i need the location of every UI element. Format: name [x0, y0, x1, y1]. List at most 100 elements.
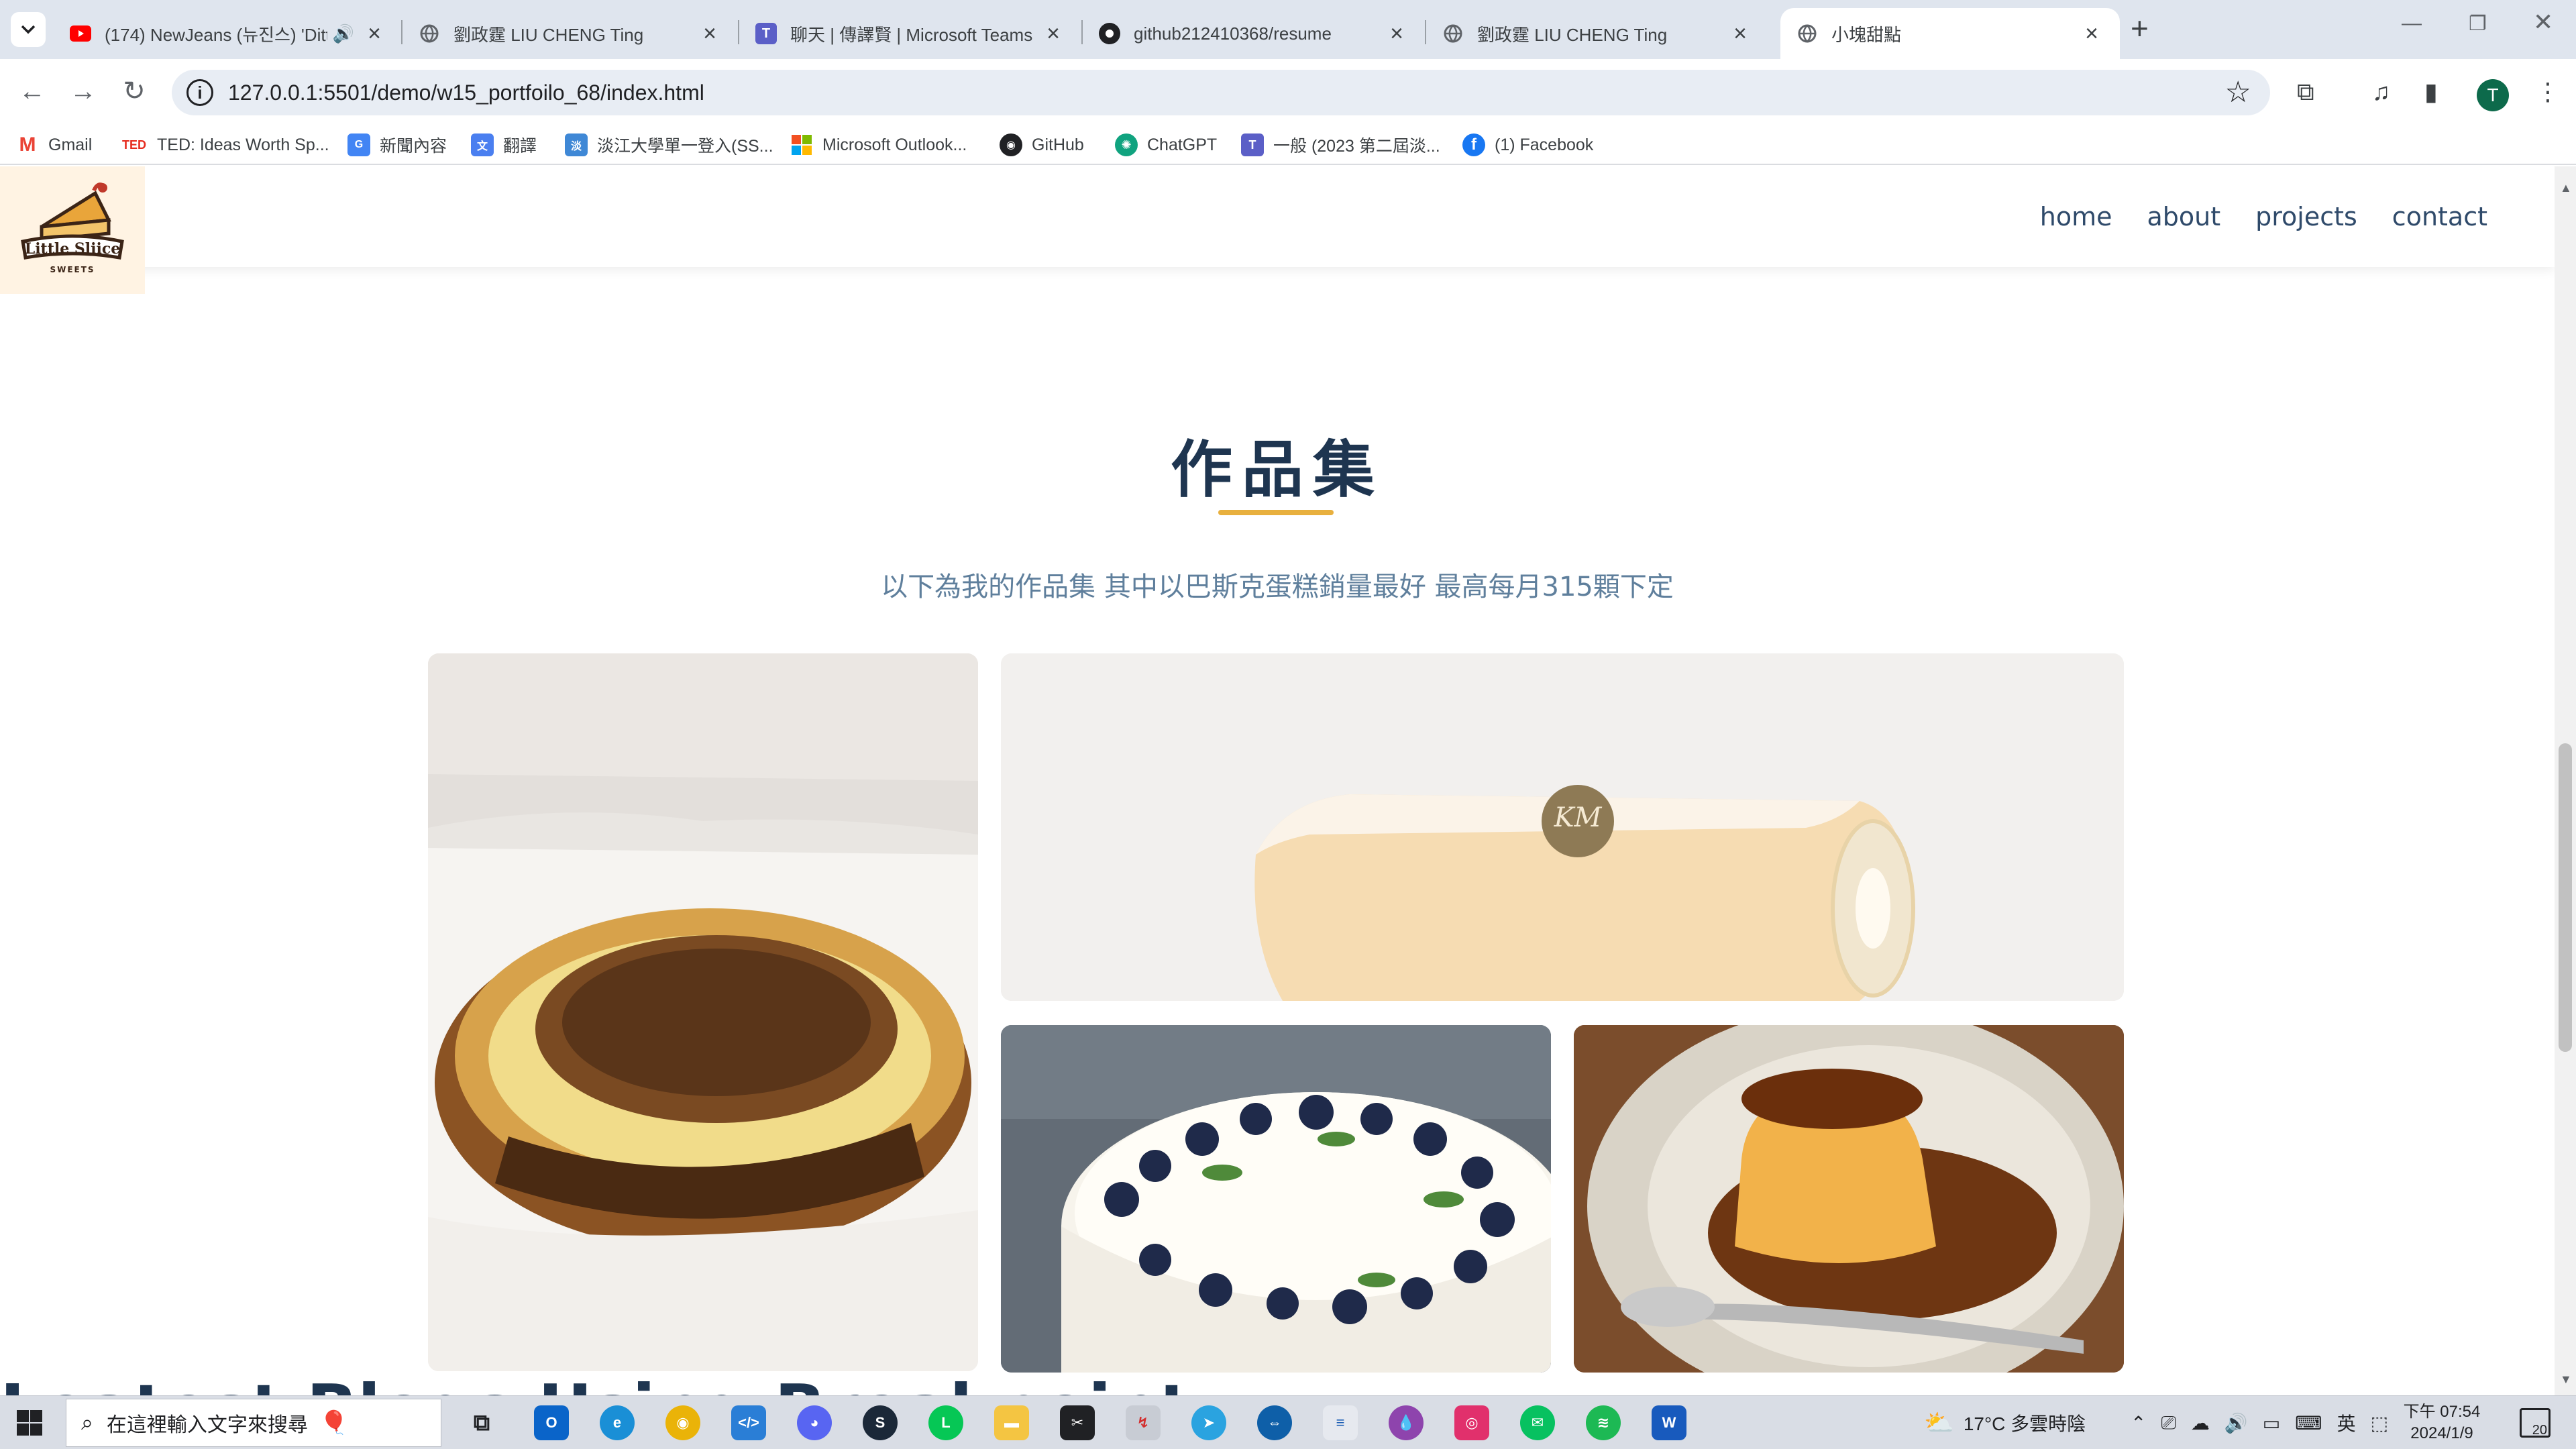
- speaker-icon[interactable]: 🔊: [333, 23, 354, 44]
- new-tab-button[interactable]: +: [2131, 13, 2149, 44]
- forward-arrow-icon[interactable]: →: [66, 74, 101, 109]
- basque-cheesecake-photo[interactable]: [428, 653, 978, 1371]
- media-control-icon[interactable]: ♫: [2372, 78, 2390, 106]
- tray-meet-icon[interactable]: ⎚: [2161, 1412, 2176, 1434]
- scroll-down-arrow-icon[interactable]: ▼: [2560, 1373, 2572, 1387]
- vscode-icon[interactable]: </>: [731, 1405, 766, 1440]
- svg-text:Little Sliice: Little Sliice: [25, 240, 121, 258]
- windows-start-icon[interactable]: [16, 1409, 43, 1436]
- tab-search-button[interactable]: [11, 12, 46, 47]
- bookmark-teams-general[interactable]: T 一般 (2023 第二屆淡...: [1241, 131, 1440, 158]
- side-panel-icon[interactable]: ▮: [2424, 78, 2438, 106]
- discord-icon[interactable]: ◕: [797, 1405, 832, 1440]
- facebook-icon: f: [1462, 133, 1485, 156]
- nav-projects-link[interactable]: projects: [2255, 202, 2357, 231]
- notification-count: 20: [2532, 1423, 2547, 1438]
- browser-toolbar: ← → ↻ i 127.0.0.1:5501/demo/w15_portfoil…: [0, 59, 2576, 123]
- tray-input-icon[interactable]: ⬚: [2371, 1412, 2388, 1434]
- close-icon[interactable]: ×: [1385, 21, 1409, 47]
- bookmark-github[interactable]: ◉ GitHub: [1000, 131, 1084, 158]
- site-header: home about projects contact: [0, 166, 2555, 267]
- bookmark-chatgpt[interactable]: ✺ ChatGPT: [1115, 131, 1217, 158]
- bookmark-outlook[interactable]: Microsoft Outlook...: [790, 131, 967, 158]
- tray-volume-icon[interactable]: 🔊: [2224, 1412, 2248, 1434]
- reload-icon[interactable]: ↻: [117, 74, 152, 109]
- line-icon[interactable]: L: [928, 1405, 963, 1440]
- section-title: 作品集: [1170, 434, 1384, 506]
- bookmark-label: GitHub: [1032, 135, 1084, 154]
- tray-network-icon[interactable]: ☁: [2191, 1412, 2210, 1434]
- profile-avatar[interactable]: T: [2477, 79, 2509, 111]
- notepad-icon[interactable]: ≡: [1323, 1405, 1358, 1440]
- tab-little-sweets-active[interactable]: 小塊甜點 ×: [1780, 8, 2120, 59]
- bookmark-star-icon[interactable]: ☆: [2225, 75, 2251, 109]
- tab-liu-cheng-ting-2[interactable]: 劉政霆 LIU CHENG Ting ×: [1426, 8, 1768, 59]
- blueberry-cake-photo[interactable]: [1001, 1025, 1551, 1373]
- url-text[interactable]: 127.0.0.1:5501/demo/w15_portfoilo_68/ind…: [228, 70, 704, 115]
- address-bar[interactable]: i 127.0.0.1:5501/demo/w15_portfoilo_68/i…: [172, 70, 2270, 115]
- paint-drop-icon[interactable]: 💧: [1389, 1405, 1424, 1440]
- word-icon[interactable]: W: [1652, 1405, 1686, 1440]
- spotify-icon[interactable]: ≋: [1586, 1405, 1621, 1440]
- close-icon[interactable]: ×: [1041, 21, 1065, 47]
- minimize-icon[interactable]: —: [2402, 12, 2422, 35]
- chrome-icon[interactable]: ◉: [665, 1405, 700, 1440]
- wechat-icon[interactable]: ✉: [1520, 1405, 1555, 1440]
- tab-github-resume[interactable]: github212410368/resume ×: [1083, 8, 1425, 59]
- swiss-roll-photo[interactable]: KM: [1001, 653, 2124, 1001]
- close-icon[interactable]: ×: [1728, 21, 1752, 47]
- tab-liu-cheng-ting[interactable]: 劉政霆 LIU CHENG Ting ×: [402, 8, 738, 59]
- scrollbar-thumb[interactable]: [2559, 743, 2572, 1052]
- instagram-icon[interactable]: ◎: [1454, 1405, 1489, 1440]
- nav-about-link[interactable]: about: [2147, 202, 2220, 231]
- back-arrow-icon[interactable]: ←: [15, 74, 50, 109]
- tray-chevron-up-icon[interactable]: ⌃: [2131, 1412, 2146, 1434]
- bookmark-news[interactable]: G 新聞內容: [347, 131, 447, 158]
- bookmark-ted[interactable]: TED TED: Ideas Worth Sp...: [121, 131, 329, 158]
- close-icon[interactable]: ×: [2080, 21, 2104, 47]
- restore-icon[interactable]: ❐: [2469, 12, 2487, 36]
- taskbar-clock[interactable]: 下午 07:54 2024/1/9: [2402, 1401, 2482, 1444]
- ted-icon: TED: [122, 138, 146, 152]
- page-scrollbar[interactable]: ▲ ▼: [2555, 166, 2576, 1395]
- edge-icon[interactable]: e: [600, 1405, 635, 1440]
- svg-text:SWEETS: SWEETS: [50, 265, 95, 274]
- close-window-icon[interactable]: ✕: [2533, 8, 2553, 36]
- notification-center-icon[interactable]: 20: [2520, 1408, 2551, 1438]
- weather-text: 17°C 多雲時陰: [1963, 1413, 2086, 1434]
- weather-widget[interactable]: ⛅ 17°C 多雲時陰: [1924, 1396, 2086, 1449]
- tray-keyboard-icon[interactable]: ⌨: [2295, 1412, 2322, 1434]
- task-view-icon[interactable]: ⧉: [464, 1405, 499, 1440]
- ime-indicator[interactable]: 英: [2337, 1409, 2356, 1436]
- bookmark-translate[interactable]: 文 翻譯: [471, 131, 537, 158]
- bookmark-facebook[interactable]: f (1) Facebook: [1462, 131, 1593, 158]
- menu-kebab-icon[interactable]: ⋮: [2536, 78, 2560, 106]
- nav-contact-link[interactable]: contact: [2392, 202, 2487, 231]
- telegram-icon[interactable]: ➤: [1191, 1405, 1226, 1440]
- close-icon[interactable]: ×: [698, 21, 722, 47]
- globe-icon: [419, 23, 440, 44]
- caramel-pudding-photo[interactable]: [1574, 1025, 2124, 1373]
- search-icon: ⌕: [81, 1410, 93, 1434]
- bookmark-gmail[interactable]: M Gmail: [16, 131, 93, 158]
- site-logo[interactable]: Little Sliice SWEETS: [0, 166, 145, 294]
- outlook-icon[interactable]: O: [534, 1405, 569, 1440]
- scroll-up-arrow-icon[interactable]: ▲: [2560, 181, 2572, 195]
- file-explorer-icon[interactable]: ▬: [994, 1405, 1029, 1440]
- tray-display-icon[interactable]: ▭: [2263, 1412, 2280, 1434]
- site-info-icon[interactable]: i: [186, 79, 213, 106]
- taskbar-search-box[interactable]: ⌕ 在這裡輸入文字來搜尋 🎈: [66, 1399, 441, 1447]
- steam-icon[interactable]: S: [863, 1405, 898, 1440]
- close-icon[interactable]: ×: [362, 21, 386, 47]
- teamviewer-icon[interactable]: ⇔: [1257, 1405, 1292, 1440]
- browser-tab-strip: (174) NewJeans (뉴진스) 'Ditt 🔊 × 劉政霆 LIU C…: [0, 0, 2576, 59]
- extensions-icon[interactable]: ⧉: [2297, 78, 2314, 107]
- pinned-app-icon[interactable]: ↯: [1126, 1405, 1161, 1440]
- capcut-icon[interactable]: ✂: [1060, 1405, 1095, 1440]
- microsoft-icon: [790, 133, 813, 156]
- tab-teams[interactable]: T 聊天 | 傳譯賢 | Microsoft Teams ×: [739, 8, 1081, 59]
- nav-home-link[interactable]: home: [2040, 202, 2112, 231]
- bookmark-tku-sso[interactable]: 淡 淡江大學單一登入(SS...: [565, 131, 773, 158]
- globe-icon: [1796, 23, 1818, 44]
- tab-youtube[interactable]: (174) NewJeans (뉴진스) 'Ditt 🔊 ×: [54, 8, 402, 59]
